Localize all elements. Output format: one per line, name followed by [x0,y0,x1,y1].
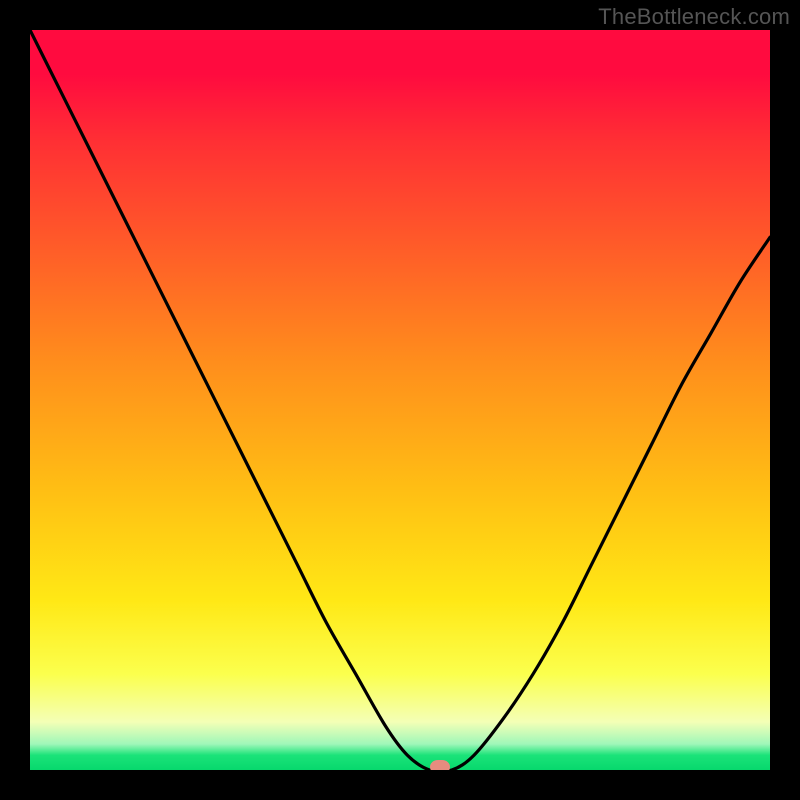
chart-frame: TheBottleneck.com [0,0,800,800]
watermark-text: TheBottleneck.com [598,4,790,30]
plot-area [30,30,770,770]
curve-path [30,30,770,770]
optimal-point-marker [430,760,450,770]
bottleneck-curve [30,30,770,770]
